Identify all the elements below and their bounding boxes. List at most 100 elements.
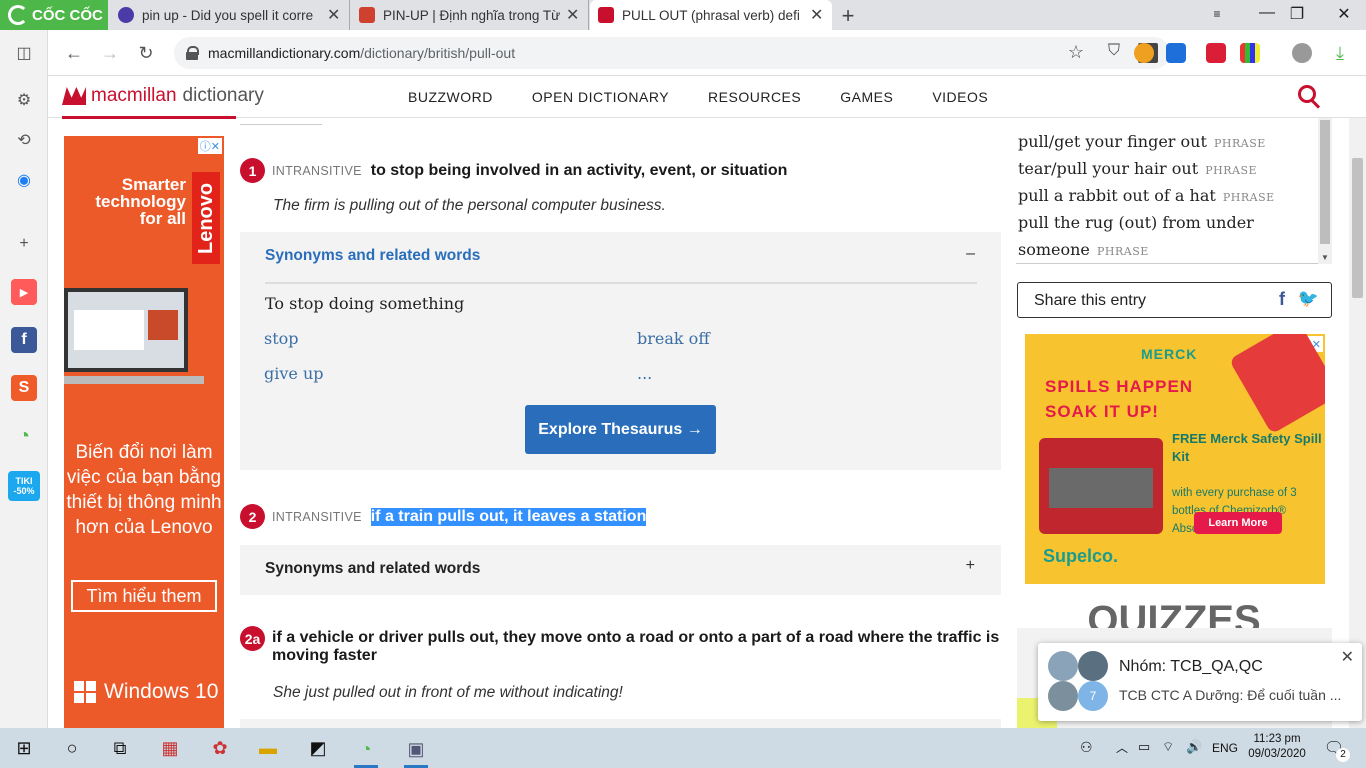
url-host: macmillandictionary.com [208, 45, 361, 61]
nav-videos[interactable]: VIDEOS [932, 89, 988, 105]
youtube-icon[interactable]: ▶ [11, 279, 37, 305]
windows-label: Windows 10 [104, 680, 219, 703]
synonym-link[interactable]: stop [264, 329, 299, 348]
new-tab-button[interactable]: + [836, 3, 860, 29]
close-tab-icon[interactable]: ✕ [566, 5, 580, 25]
expand-icon[interactable]: + [966, 557, 975, 575]
minimize-button[interactable]: — [1252, 4, 1282, 22]
address-bar[interactable]: macmillandictionary.com/dictionary/briti… [174, 37, 1170, 69]
sidebar-toggle-icon[interactable]: ◫ [11, 40, 37, 66]
coccoc-icon[interactable]: ◔ [11, 423, 37, 449]
add-icon[interactable]: + [11, 231, 37, 257]
phrase-link[interactable]: pull a rabbit out of a hat PHRASE [1018, 186, 1275, 205]
nav-resources[interactable]: RESOURCES [708, 89, 801, 105]
start-icon[interactable]: ⊞ [12, 736, 36, 760]
synonyms-toggle-header[interactable]: Synonyms and related words [265, 247, 480, 265]
ad-cta-button[interactable]: Tìm hiểu them [71, 580, 217, 612]
more-synonyms-link[interactable]: ... [637, 364, 652, 383]
sense-2-header: 2 INTRANSITIVE if a train pulls out, it … [240, 504, 647, 529]
extension-4-icon[interactable] [1240, 43, 1260, 63]
page-scrollbar[interactable] [1349, 118, 1366, 728]
close-tab-icon[interactable]: ✕ [327, 5, 341, 25]
history-icon[interactable]: ⟲ [11, 127, 37, 153]
shopee-icon[interactable]: S [11, 375, 37, 401]
group-avatar [1048, 651, 1078, 681]
facebook-icon[interactable]: f [11, 327, 37, 353]
synonyms-toggle-header[interactable]: Synonyms and related words [265, 560, 480, 578]
back-icon[interactable]: ← [62, 41, 86, 65]
coccoc-taskbar-icon[interactable]: ◔ [354, 734, 378, 768]
close-tab-icon[interactable]: ✕ [810, 5, 824, 25]
collapse-icon[interactable]: – [966, 245, 975, 263]
reload-icon[interactable]: ↻ [134, 41, 158, 65]
battery-icon[interactable]: ▭ [1138, 739, 1150, 755]
browser-sidebar: ◫ ⚙ ⟲ ◉ + ▶ f S ◔ TIKI -50% [0, 30, 48, 728]
network-icon[interactable]: ⌔ [1162, 739, 1174, 755]
extension-3-icon[interactable] [1206, 43, 1226, 63]
app-icon[interactable]: ▣ [404, 734, 428, 768]
tab-pin-up[interactable]: pin up - Did you spell it corre ✕ [110, 0, 350, 30]
tiki-icon[interactable]: TIKI -50% [8, 471, 40, 501]
ad-choices-icon[interactable]: ⓘ✕ [197, 138, 222, 154]
chevron-up-icon[interactable]: ︿ [1116, 739, 1128, 756]
star-icon[interactable]: ☆ [1068, 42, 1084, 63]
volume-icon[interactable]: 🔊 [1186, 739, 1202, 755]
clock[interactable]: 11:23 pm 09/03/2020 [1248, 732, 1306, 762]
forward-icon[interactable]: → [98, 41, 122, 65]
language-indicator[interactable]: ENG [1212, 741, 1238, 755]
explore-thesaurus-button[interactable]: Explore Thesaurus → [525, 405, 716, 454]
grammar-label: INTRANSITIVE [272, 509, 362, 524]
browser-brand[interactable]: CỐC CỐC [0, 0, 108, 30]
merck-ad[interactable]: ⓘ✕ MERCK SPILLS HAPPENSOAK IT UP! FREE M… [1025, 334, 1325, 584]
messenger-icon[interactable]: ◉ [11, 167, 37, 193]
windows-icon [74, 681, 96, 703]
app-icon[interactable]: ✿ [208, 736, 232, 760]
profile-avatar-icon[interactable] [1292, 43, 1312, 63]
notification-message: TCB CTC A Dưỡng: Để cuối tuần ... [1119, 687, 1342, 703]
lenovo-ad[interactable]: ⓘ✕ Smarter technology for all Lenovo Biế… [64, 136, 224, 728]
tab-pin-up-definition[interactable]: PIN-UP | Định nghĩa trong Từ ✕ [351, 0, 589, 30]
close-icon[interactable]: ✕ [1341, 647, 1354, 667]
page-scrollbar-thumb[interactable] [1352, 158, 1363, 298]
shield-icon[interactable]: ⛉ [1108, 42, 1120, 60]
site-logo[interactable]: macmillan dictionary [62, 85, 264, 107]
close-window-button[interactable]: ✕ [1329, 4, 1359, 24]
facebook-share-icon[interactable]: f [1279, 289, 1285, 310]
app-icon[interactable]: ▦ [158, 736, 182, 760]
chat-notification[interactable]: 7 Nhóm: TCB_QA,QC TCB CTC A Dưỡng: Để cu… [1038, 643, 1362, 721]
synonyms-panel-2[interactable]: Synonyms and related words + [240, 545, 1001, 595]
sense-number: 2a [240, 626, 265, 651]
extension-1-icon[interactable] [1134, 43, 1154, 63]
tab-menu-icon[interactable]: ≡ [1202, 7, 1232, 21]
nav-open-dictionary[interactable]: OPEN DICTIONARY [532, 89, 669, 105]
phrase-link[interactable]: someone PHRASE [1018, 240, 1149, 259]
ad-headline: SPILLS HAPPEN SOAK IT UP! [1045, 374, 1193, 424]
extension-new-icon[interactable] [1166, 43, 1186, 63]
twitter-share-icon[interactable]: 🐦 [1298, 289, 1319, 309]
merck-logo: MERCK [1141, 346, 1198, 362]
download-manager-icon[interactable]: ⤓ [1328, 41, 1352, 65]
scroll-down-icon[interactable]: ▼ [1321, 253, 1329, 262]
nav-buzzword[interactable]: BUZZWORD [408, 89, 493, 105]
nav-games[interactable]: GAMES [840, 89, 893, 105]
phrase-link[interactable]: pull/get your finger out PHRASE [1018, 132, 1266, 151]
url-text: macmillandictionary.com/dictionary/briti… [208, 45, 515, 61]
synonym-link[interactable]: give up [264, 364, 324, 383]
app-icon[interactable]: ◩ [306, 736, 330, 760]
synonym-link[interactable]: break off [637, 329, 710, 348]
learn-more-button[interactable]: Learn More [1194, 512, 1282, 534]
tab-pull-out[interactable]: PULL OUT (phrasal verb) defi ✕ [590, 0, 832, 30]
phrase-list-scrollbar[interactable]: ▼ [1318, 118, 1332, 264]
grammar-label: INTRANSITIVE [272, 163, 362, 178]
scrollbar-thumb[interactable] [1320, 120, 1330, 244]
task-view-icon[interactable]: ⧉ [108, 736, 132, 760]
people-icon[interactable]: ⚇ [1080, 739, 1093, 756]
maximize-button[interactable]: ❐ [1282, 4, 1312, 24]
phrase-link[interactable]: pull the rug (out) from under [1018, 213, 1254, 232]
phrase-link[interactable]: tear/pull your hair out PHRASE [1018, 159, 1257, 178]
search-icon[interactable]: ○ [60, 736, 84, 760]
settings-icon[interactable]: ⚙ [11, 87, 37, 113]
browser-toolbar: ← → ↻ macmillandictionary.com/dictionary… [48, 30, 1366, 76]
search-icon[interactable] [1298, 85, 1322, 109]
file-explorer-icon[interactable]: ▬ [256, 736, 280, 760]
